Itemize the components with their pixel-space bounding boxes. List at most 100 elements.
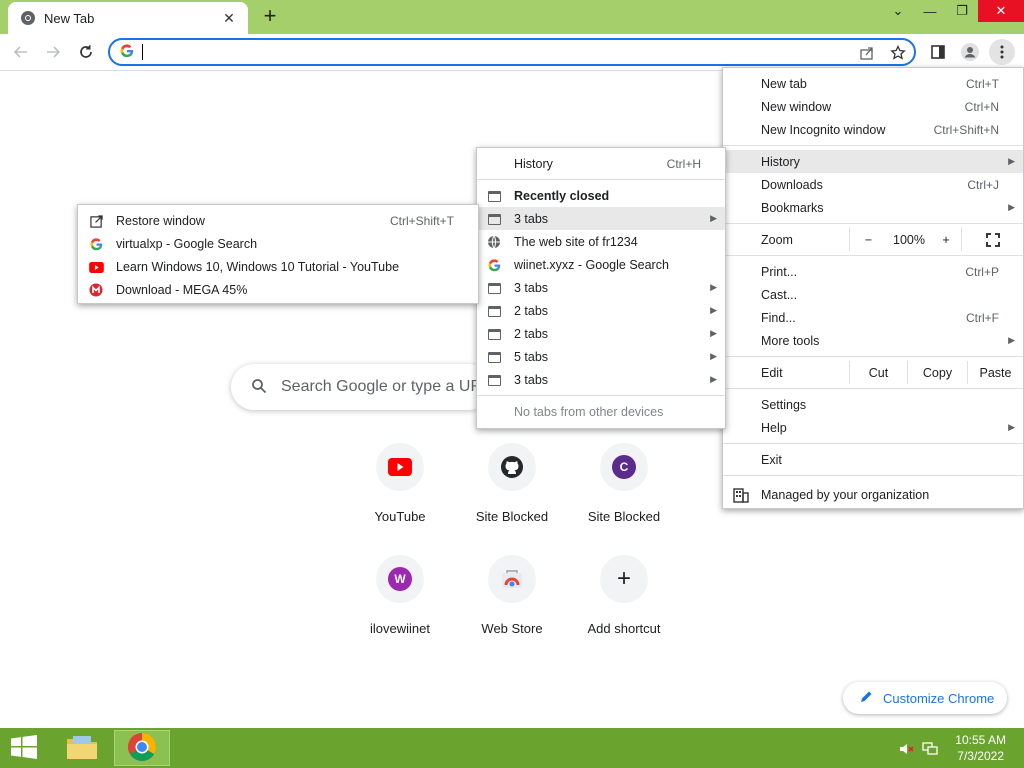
shortcut-youtube[interactable]: YouTube xyxy=(344,443,456,543)
search-placeholder: Search Google or type a URL xyxy=(281,378,491,395)
chrome-logo-icon xyxy=(127,732,157,765)
submenu-arrow-icon: ▶ xyxy=(710,213,717,223)
paste-button[interactable]: Paste xyxy=(967,361,1023,384)
closed-tab-youtube[interactable]: Learn Windows 10, Windows 10 Tutorial - … xyxy=(78,255,478,278)
ntp-search-box[interactable]: Search Google or type a URL xyxy=(231,364,491,410)
new-tab-button[interactable]: + xyxy=(258,5,282,28)
menu-new-window[interactable]: New window Ctrl+N xyxy=(723,95,1023,118)
closed-item-3-tabs[interactable]: 3 tabs ▶ xyxy=(477,368,725,391)
plus-icon: + xyxy=(600,555,648,603)
recently-closed-heading: Recently closed xyxy=(477,184,725,207)
volume-muted-icon[interactable] xyxy=(898,740,916,758)
closed-item-2-tabs[interactable]: 2 tabs ▶ xyxy=(477,322,725,345)
menu-more-tools[interactable]: More tools ▶ xyxy=(723,329,1023,352)
closed-item-3-tabs[interactable]: 3 tabs ▶ xyxy=(477,207,725,230)
customize-chrome-button[interactable]: Customize Chrome xyxy=(843,682,1007,714)
profile-avatar-icon[interactable] xyxy=(957,39,983,65)
menu-help[interactable]: Help ▶ xyxy=(723,416,1023,439)
zoom-in-button[interactable]: + xyxy=(931,228,961,251)
menu-settings[interactable]: Settings xyxy=(723,393,1023,416)
start-button[interactable] xyxy=(6,732,42,764)
chrome-main-menu: New tab Ctrl+T New window Ctrl+N New Incog… xyxy=(722,67,1024,509)
menu-exit[interactable]: Exit xyxy=(723,448,1023,471)
share-icon[interactable] xyxy=(857,43,877,63)
menu-zoom-row: Zoom − 100% + xyxy=(723,228,1023,251)
submenu-arrow-icon: ▶ xyxy=(710,328,717,338)
menu-downloads[interactable]: Downloads Ctrl+J xyxy=(723,173,1023,196)
closed-item-2-tabs[interactable]: 2 tabs ▶ xyxy=(477,299,725,322)
menu-separator xyxy=(723,388,1023,389)
copy-button[interactable]: Copy xyxy=(907,361,967,384)
shortcut-site-blocked-2[interactable]: C Site Blocked xyxy=(568,443,680,543)
tab-group-icon xyxy=(486,349,502,365)
network-icon[interactable] xyxy=(921,740,939,758)
submenu-arrow-icon: ▶ xyxy=(710,351,717,361)
menu-separator xyxy=(723,443,1023,444)
submenu-arrow-icon: ▶ xyxy=(1008,335,1015,345)
closed-tab-virtualxp[interactable]: virtualxp - Google Search xyxy=(78,232,478,255)
youtube-icon xyxy=(88,259,104,275)
menu-print[interactable]: Print... Ctrl+P xyxy=(723,260,1023,283)
system-clock[interactable]: 10:55 AM 7/3/2022 xyxy=(955,732,1006,764)
closed-tab-mega[interactable]: Download - MEGA 45% xyxy=(78,278,478,301)
menu-separator xyxy=(477,179,725,180)
address-bar[interactable] xyxy=(108,38,916,66)
submenu-arrow-icon: ▶ xyxy=(1008,156,1015,166)
building-icon xyxy=(733,487,749,506)
cut-button[interactable]: Cut xyxy=(849,361,907,384)
restore-button[interactable]: ❐ xyxy=(946,0,978,22)
add-shortcut-button[interactable]: + Add shortcut xyxy=(568,555,680,655)
folder-icon xyxy=(65,733,99,764)
menu-find[interactable]: Find... Ctrl+F xyxy=(723,306,1023,329)
file-explorer-taskbar[interactable] xyxy=(54,730,110,766)
closed-item-fr1234[interactable]: The web site of fr1234 xyxy=(477,230,725,253)
tab-new-tab[interactable]: New Tab ✕ xyxy=(8,2,248,34)
reload-icon[interactable] xyxy=(73,39,99,65)
closed-item-3-tabs[interactable]: 3 tabs ▶ xyxy=(477,276,725,299)
menu-separator xyxy=(723,223,1023,224)
closed-item-wiinet-search[interactable]: wiinet.xyxz - Google Search xyxy=(477,253,725,276)
shortcut-label: ilovewiinet xyxy=(370,621,430,636)
pencil-icon xyxy=(859,690,873,707)
menu-new-tab[interactable]: New tab Ctrl+T xyxy=(723,72,1023,95)
shortcut-site-blocked-1[interactable]: Site Blocked xyxy=(456,443,568,543)
menu-separator xyxy=(723,145,1023,146)
chrome-taskbar[interactable] xyxy=(114,730,170,766)
letter-w-icon: W xyxy=(376,555,424,603)
menu-managed[interactable]: Managed by your organization xyxy=(723,480,1023,510)
shortcut-label: Add shortcut xyxy=(587,621,661,636)
history-submenu: History Ctrl+H Recently closed 3 tabs ▶ Th… xyxy=(476,147,726,429)
windows-logo-icon xyxy=(10,734,38,762)
history-page-item[interactable]: History Ctrl+H xyxy=(477,152,725,175)
tab-search-chevron-icon[interactable]: ⌄ xyxy=(882,0,914,22)
open-in-new-icon xyxy=(88,213,104,229)
tab-group-icon xyxy=(486,211,502,227)
back-arrow-icon[interactable] xyxy=(8,39,34,65)
shortcut-ilovewiinet[interactable]: W ilovewiinet xyxy=(344,555,456,655)
submenu-arrow-icon: ▶ xyxy=(710,374,717,384)
fullscreen-icon[interactable] xyxy=(961,228,1023,251)
close-window-button[interactable]: ✕ xyxy=(978,0,1024,22)
shortcut-web-store[interactable]: Web Store xyxy=(456,555,568,655)
bookmark-star-icon[interactable] xyxy=(888,43,908,63)
menu-history[interactable]: History ▶ xyxy=(723,150,1023,173)
kebab-menu-icon[interactable] xyxy=(989,39,1015,65)
side-panel-icon[interactable] xyxy=(925,39,951,65)
close-tab-icon[interactable]: ✕ xyxy=(220,9,238,27)
closed-item-5-tabs[interactable]: 5 tabs ▶ xyxy=(477,345,725,368)
menu-separator xyxy=(723,475,1023,476)
menu-cast[interactable]: Cast... xyxy=(723,283,1023,306)
clock-date: 7/3/2022 xyxy=(957,749,1004,763)
menu-bookmarks[interactable]: Bookmarks ▶ xyxy=(723,196,1023,219)
minimize-button[interactable]: — xyxy=(914,0,946,22)
no-tabs-other-devices: No tabs from other devices xyxy=(514,404,664,419)
forward-arrow-icon[interactable] xyxy=(40,39,66,65)
menu-new-incognito[interactable]: New Incognito window Ctrl+Shift+N xyxy=(723,118,1023,141)
zoom-out-button[interactable]: − xyxy=(849,228,887,251)
title-bar: New Tab ✕ + ⌄ — ❐ ✕ xyxy=(0,0,1024,34)
submenu-arrow-icon: ▶ xyxy=(1008,422,1015,432)
restore-window-item[interactable]: Restore window Ctrl+Shift+T xyxy=(78,209,478,232)
closed-window-submenu: Restore window Ctrl+Shift+T virtualxp - G… xyxy=(77,204,479,304)
menu-separator xyxy=(723,356,1023,357)
tab-group-icon xyxy=(486,326,502,342)
